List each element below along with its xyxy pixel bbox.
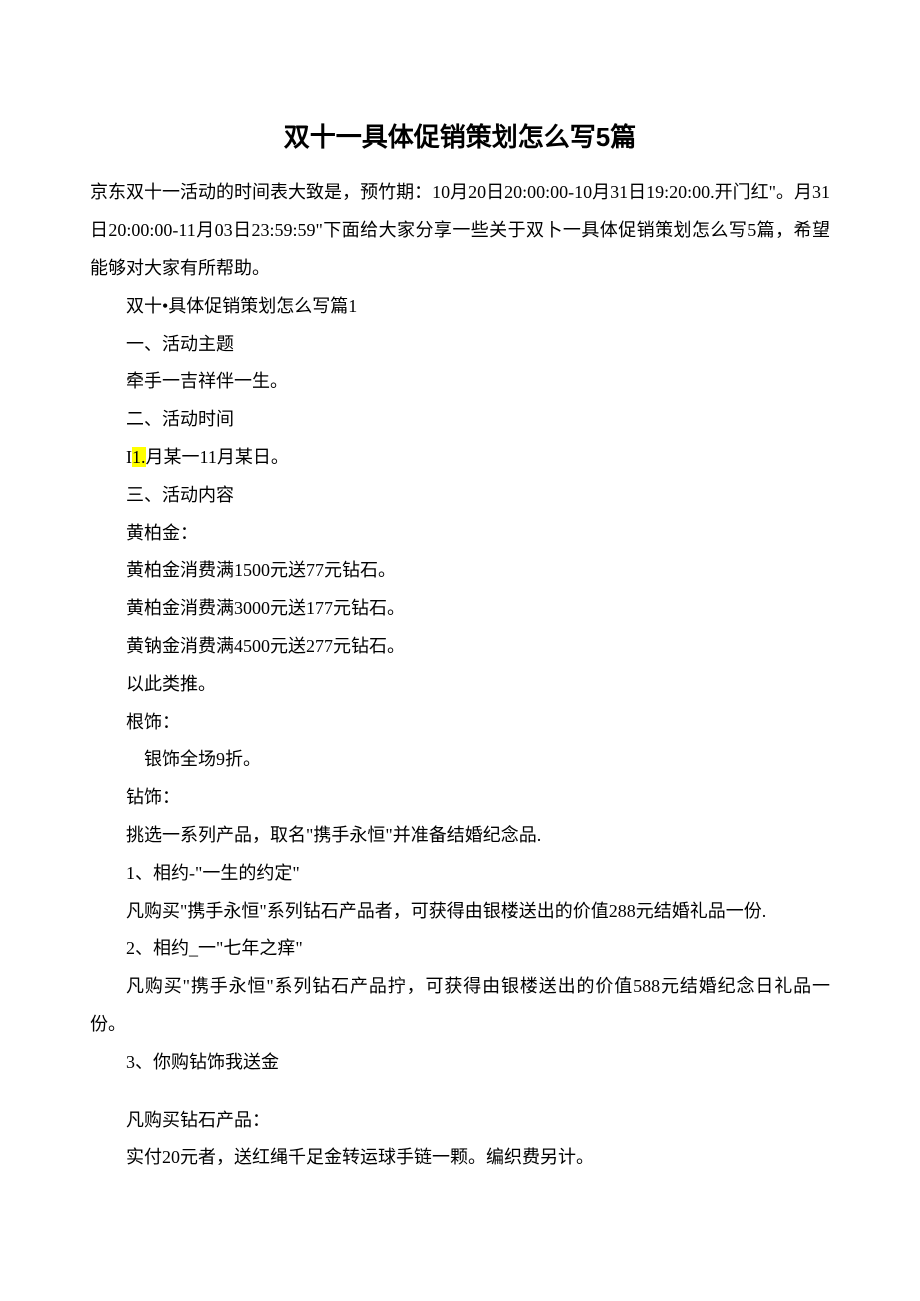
body-text: 实付20元者，送红绳千足金转运球手链一颗。编织费另计。 bbox=[90, 1139, 830, 1177]
body-text: 三、活动内容 bbox=[90, 477, 830, 515]
body-text: 二、活动时间 bbox=[90, 401, 830, 439]
body-text: 钻饰： bbox=[90, 779, 830, 817]
document-page: 双十一具体促销策划怎么写5篇 京东双十一活动的时间表大致是，预竹期：10月20日… bbox=[0, 0, 920, 1257]
body-text: 凡购买"携手永恒"系列钻石产品拧，可获得由银楼送出的价值588元结婚纪念日礼品一… bbox=[90, 968, 830, 1044]
body-text: I1.月某一11月某日。 bbox=[90, 439, 830, 477]
body-text: 挑选一系列产品，取名"携手永恒"并准备结婚纪念品. bbox=[90, 817, 830, 855]
body-text: 黄柏金： bbox=[90, 515, 830, 553]
highlighted-text: 1. bbox=[132, 447, 146, 467]
body-text: 黄钠金消费满4500元送277元钻石。 bbox=[90, 628, 830, 666]
body-text: 凡购买钻石产品： bbox=[90, 1102, 830, 1140]
body-text: 一、活动主题 bbox=[90, 326, 830, 364]
text-fragment: 月某一11月某日。 bbox=[146, 447, 289, 467]
body-text: 2、相约_一"七年之痒" bbox=[90, 930, 830, 968]
document-title: 双十一具体促销策划怎么写5篇 bbox=[90, 117, 830, 154]
section-heading: 双十•具体促销策划怎么写篇1 bbox=[90, 288, 830, 326]
intro-paragraph: 京东双十一活动的时间表大致是，预竹期：10月20日20:00:00-10月31日… bbox=[90, 174, 830, 287]
body-text: 3、你购钻饰我送金 bbox=[90, 1044, 830, 1082]
body-text: 银饰全场9折。 bbox=[90, 741, 830, 779]
body-text: 1、相约-"一生的约定" bbox=[90, 855, 830, 893]
body-text: 牵手一吉祥伴一生。 bbox=[90, 363, 830, 401]
body-text: 黄柏金消费满3000元送177元钻石。 bbox=[90, 590, 830, 628]
body-text: 黄柏金消费满1500元送77元钻石。 bbox=[90, 552, 830, 590]
body-text: 以此类推。 bbox=[90, 666, 830, 704]
body-text: 凡购买"携手永恒"系列钻石产品者，可获得由银楼送出的价值288元结婚礼品一份. bbox=[90, 893, 830, 931]
body-text: 根饰： bbox=[90, 704, 830, 742]
